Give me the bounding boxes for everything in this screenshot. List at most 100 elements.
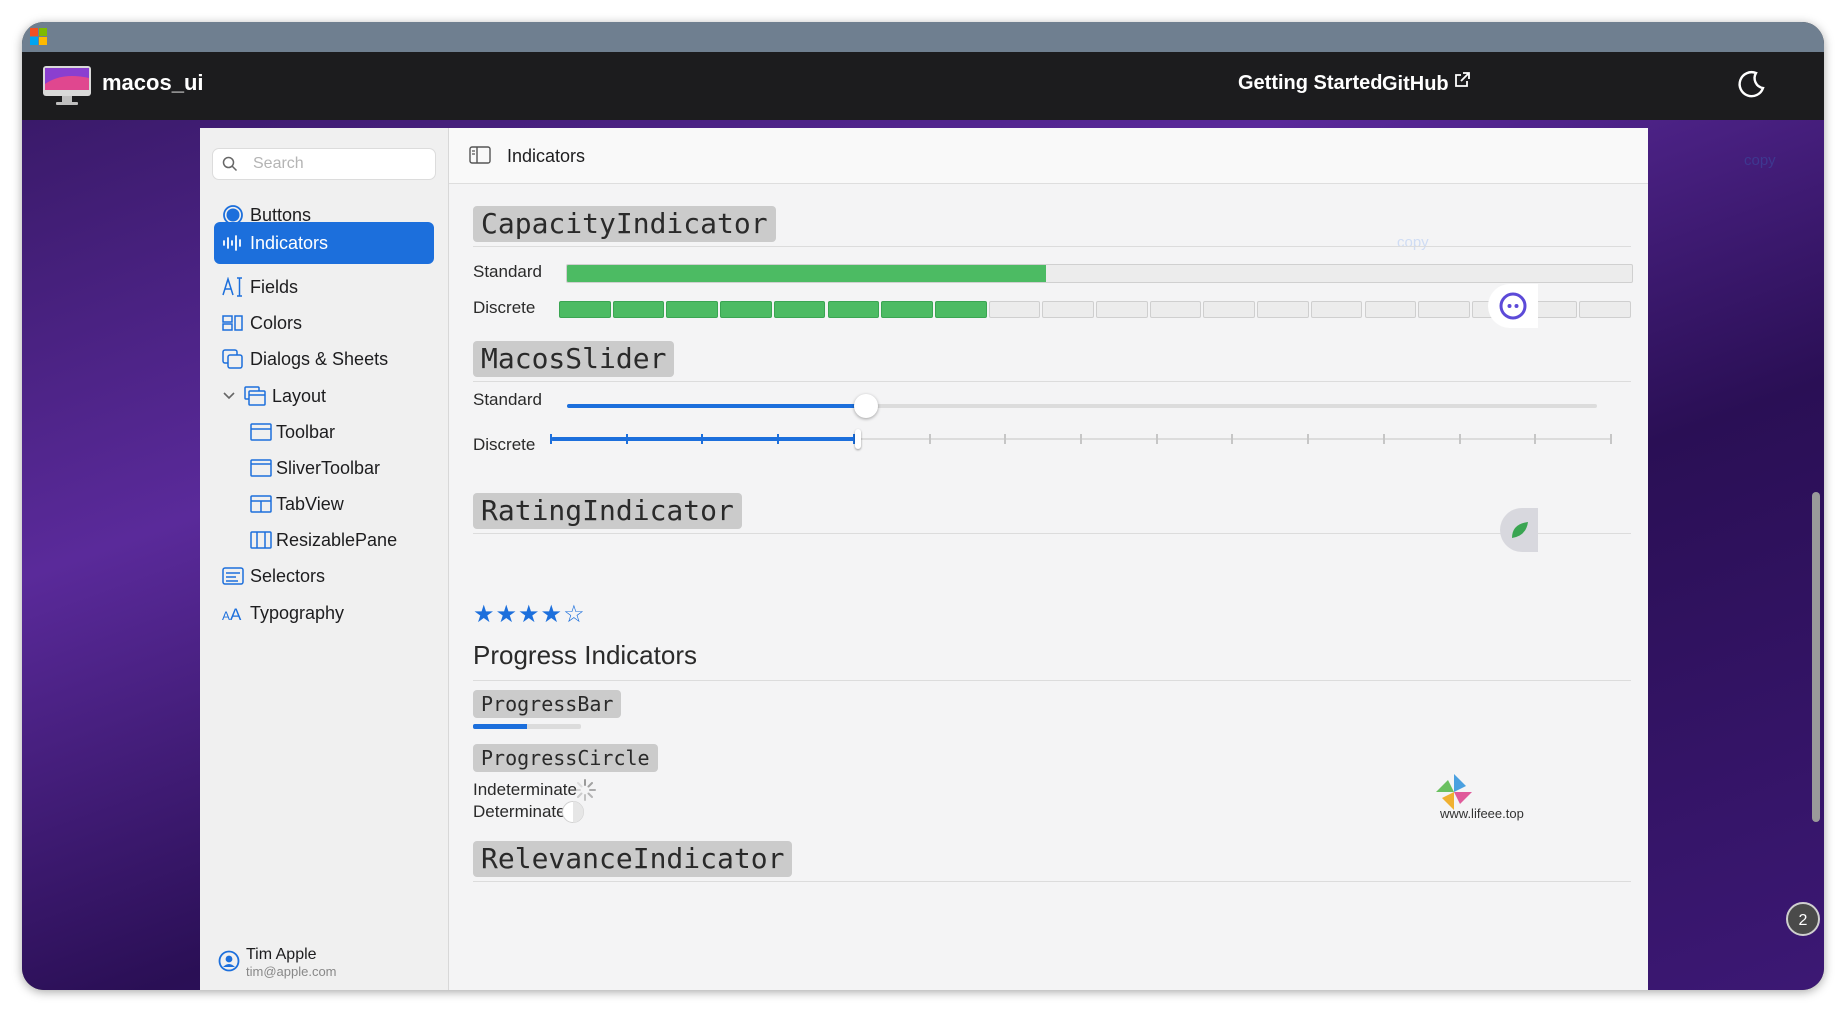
site-title[interactable]: macos_ui	[102, 70, 204, 96]
capacity-segment	[1203, 301, 1256, 318]
spinner-icon	[574, 779, 596, 801]
selector-icon	[222, 567, 244, 585]
sidebar-item-typography[interactable]: A A Typography	[214, 592, 434, 634]
slider-tick	[928, 434, 931, 444]
sidebar-item-dialogs-sheets[interactable]: Dialogs & Sheets	[214, 338, 434, 380]
floating-side-button[interactable]	[1500, 508, 1538, 552]
rating-stars[interactable]: ★★★★☆	[473, 600, 586, 629]
window-icon	[250, 459, 272, 477]
sidebar-item-label: Selectors	[250, 566, 326, 586]
capacity-segment	[612, 301, 665, 318]
slider-tick	[625, 434, 628, 444]
capacity-segment	[1042, 301, 1094, 318]
progress-bar-heading: ProgressBar	[473, 690, 622, 718]
layout-icon	[244, 386, 266, 406]
standard-slider[interactable]	[567, 394, 1597, 418]
slider-tick	[1231, 434, 1234, 444]
slider-tick	[1534, 434, 1537, 444]
capacity-segment	[1418, 301, 1470, 318]
slider-tick	[1307, 434, 1310, 444]
moon-icon[interactable]	[1736, 68, 1768, 100]
macos-slider-heading: MacosSlider	[473, 341, 675, 377]
progress-bar	[473, 724, 581, 729]
progress-circle-heading: ProgressCircle	[473, 744, 658, 772]
sidebar-item-indicators[interactable]: Indicators	[214, 222, 434, 264]
capacity-segment	[1364, 301, 1417, 318]
capacity-indicator-discrete[interactable]	[559, 301, 1631, 320]
sidebar-item-selectors[interactable]: Selectors	[214, 555, 434, 597]
capacity-fill	[567, 265, 1047, 282]
slider-knob[interactable]	[855, 429, 862, 449]
determinate-progress-circle	[562, 801, 584, 823]
star-empty-icon[interactable]: ☆	[563, 601, 586, 628]
slider-tick	[1155, 434, 1158, 444]
capacity-segment	[827, 301, 880, 318]
progress-indicators-title: Progress Indicators	[473, 640, 697, 670]
capacity-segment	[934, 301, 987, 318]
divider	[473, 246, 1631, 247]
capacity-segment	[1257, 301, 1309, 318]
slider-tick	[777, 434, 780, 444]
search-icon	[222, 156, 238, 172]
stacked-windows-icon	[222, 349, 243, 369]
indeterminate-label: Indeterminate	[473, 780, 577, 799]
svg-text:A: A	[222, 609, 230, 623]
chevron-down-icon[interactable]	[222, 389, 236, 403]
search-placeholder: Search	[253, 155, 304, 172]
slider-tick	[1458, 434, 1461, 444]
slider-tick	[1004, 434, 1007, 444]
title-bar	[22, 22, 1824, 52]
capacity-segment	[720, 301, 772, 318]
notification-badge[interactable]: 2	[1786, 902, 1820, 936]
capacity-segment	[666, 301, 719, 318]
capacity-segment	[1579, 301, 1631, 318]
copy-button-ghost[interactable]: copy	[1744, 152, 1776, 169]
slider-knob[interactable]	[853, 394, 878, 418]
sidebar-toggle-icon[interactable]	[469, 146, 491, 164]
imac-logo-icon[interactable]	[42, 64, 92, 106]
user-name: Tim Apple	[246, 946, 317, 963]
getting-started-link[interactable]: Getting Started	[1238, 72, 1382, 95]
determinate-label: Determinate	[473, 802, 566, 821]
sidebar-item-label: Fields	[250, 277, 299, 297]
svg-text:A: A	[230, 605, 242, 623]
capacity-indicator-standard[interactable]	[566, 264, 1633, 283]
slider-tick	[550, 434, 552, 444]
sidebar-item-label: Toolbar	[276, 422, 336, 442]
sidebar-item-label: Dialogs & Sheets	[250, 349, 389, 369]
capacity-segment	[1149, 301, 1202, 318]
star-filled-icon[interactable]: ★	[541, 601, 564, 628]
capacity-segment	[1096, 301, 1148, 318]
capacity-segment	[773, 301, 826, 318]
github-link[interactable]: GitHub	[1382, 72, 1471, 96]
copy-button-ghost[interactable]: copy	[1397, 234, 1429, 251]
sidebar-item-label: Colors	[250, 313, 303, 333]
text-cursor-icon	[222, 277, 242, 297]
divider	[473, 533, 1631, 534]
slider-fill	[551, 437, 859, 441]
capacity-segment	[988, 301, 1041, 318]
watermark-text: www.lifeee.top	[1440, 806, 1524, 821]
star-filled-icon[interactable]: ★	[473, 601, 496, 628]
top-navbar: macos_ui Getting Started GitHub	[22, 52, 1824, 120]
star-filled-icon[interactable]: ★	[496, 601, 519, 628]
sidebar-item-label: TabView	[276, 494, 344, 514]
scrollbar-thumb[interactable]	[1812, 492, 1820, 822]
floating-assistant-button[interactable]	[1488, 284, 1538, 328]
search-field[interactable]: Search	[212, 148, 436, 180]
star-filled-icon[interactable]: ★	[518, 601, 541, 628]
capacity-segment	[881, 301, 933, 318]
divider	[473, 881, 1631, 882]
user-avatar-icon	[218, 950, 240, 972]
tabs-icon	[250, 495, 272, 513]
assistant-face-icon	[1499, 292, 1527, 320]
page-title: Indicators	[507, 146, 586, 166]
discrete-slider[interactable]	[550, 428, 1612, 452]
progress-bar-fill	[473, 724, 527, 729]
sidebar-item-label: ResizablePane	[276, 530, 398, 550]
sidebar-item-label: Typography	[250, 603, 345, 623]
slider-tick	[1080, 434, 1082, 444]
windows-logo-icon	[30, 28, 48, 46]
leaf-icon	[1512, 522, 1528, 538]
user-email: tim@apple.com	[246, 964, 337, 979]
